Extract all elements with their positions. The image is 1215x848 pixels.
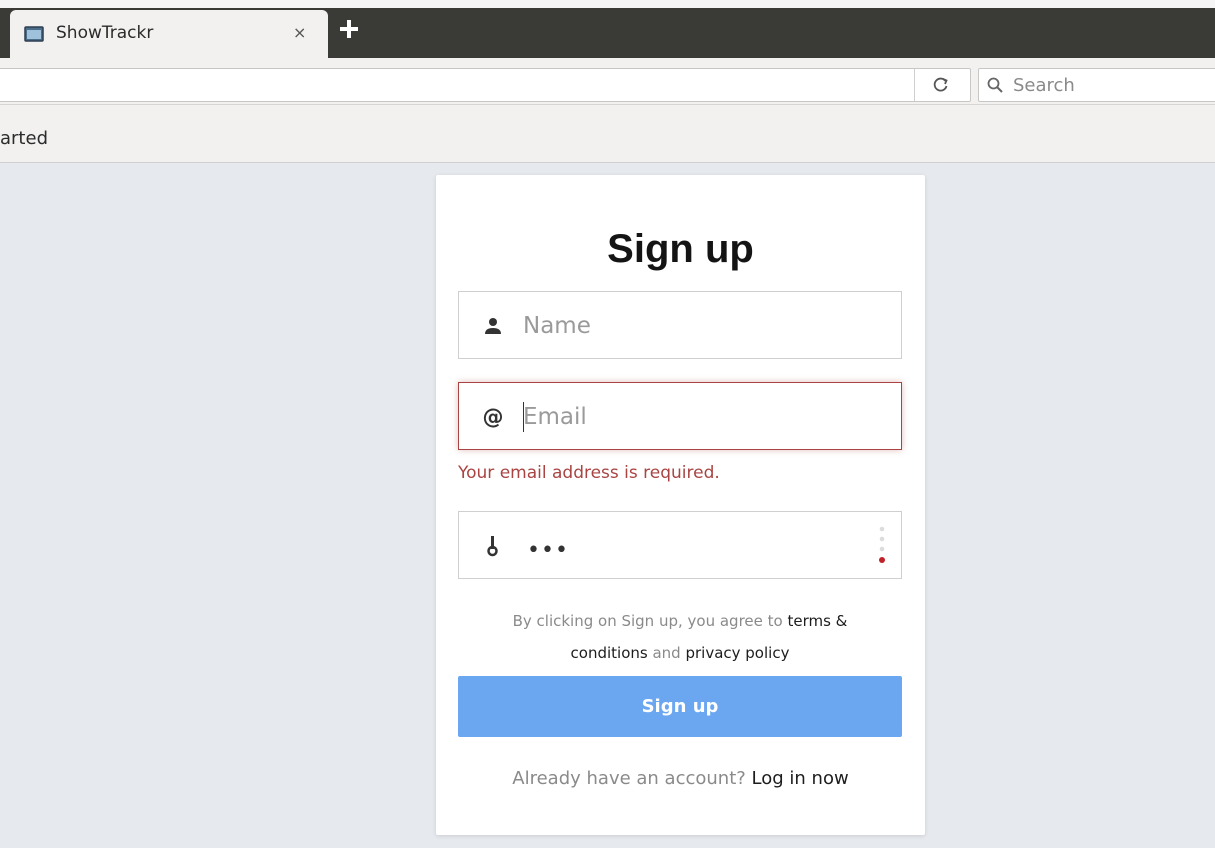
login-link[interactable]: Log in now <box>752 768 849 789</box>
bookmarks-bar: arted <box>0 105 1215 163</box>
search-icon <box>987 77 1003 93</box>
browser-tab[interactable]: ShowTrackr × <box>10 10 328 58</box>
text-cursor <box>523 402 524 432</box>
password-input[interactable]: ••• <box>527 538 569 563</box>
signup-button[interactable]: Sign up <box>458 676 902 737</box>
name-input[interactable] <box>523 306 883 346</box>
reload-icon <box>933 77 948 92</box>
tab-title: ShowTrackr <box>56 23 154 43</box>
privacy-link[interactable]: privacy policy <box>685 644 789 662</box>
url-bar[interactable] <box>0 68 971 102</box>
user-icon <box>481 314 505 338</box>
new-tab-button[interactable] <box>336 16 362 42</box>
name-field[interactable] <box>458 291 902 359</box>
tab-close-button[interactable]: × <box>293 23 306 42</box>
terms-prefix: By clicking on Sign up, you agree to <box>512 612 788 630</box>
terms-text: By clicking on Sign up, you agree to ter… <box>476 605 884 669</box>
search-box[interactable]: Search <box>978 68 1215 102</box>
navigation-bar: Search <box>0 58 1215 105</box>
email-field[interactable]: @ <box>458 382 902 450</box>
reload-button[interactable] <box>914 69 966 101</box>
email-input[interactable] <box>523 397 883 437</box>
bookmark-item[interactable]: arted <box>0 128 48 149</box>
search-placeholder: Search <box>1013 75 1075 96</box>
password-field[interactable]: ••• <box>458 511 902 579</box>
login-prompt: Already have an account? Log in now <box>436 768 925 789</box>
window-icon <box>24 26 44 42</box>
terms-and: and <box>647 644 686 662</box>
page-title: Sign up <box>607 227 754 271</box>
key-icon <box>481 534 505 558</box>
signup-card: Sign up @ Your email address is required… <box>436 175 925 835</box>
at-icon: @ <box>482 405 504 429</box>
strength-meter-icon <box>879 526 885 563</box>
login-prompt-text: Already have an account? <box>512 768 752 789</box>
browser-tabstrip: ShowTrackr × <box>0 0 1215 58</box>
email-error-message: Your email address is required. <box>458 463 720 483</box>
signup-button-label: Sign up <box>641 696 719 717</box>
